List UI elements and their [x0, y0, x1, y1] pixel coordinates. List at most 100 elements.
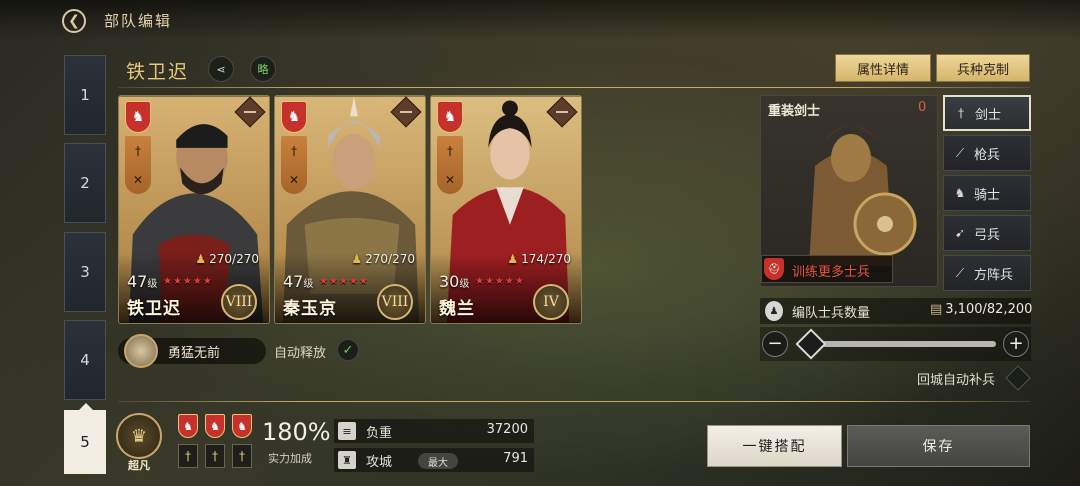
skill-portrait-icon[interactable]: [124, 334, 158, 368]
hero-card-1[interactable]: ♞ † ✕ ♟ 270/270 47级 ★★★★★ 铁卫迟 VIII: [118, 95, 270, 324]
hero-stars: ★★★★★: [163, 276, 213, 287]
unit-label: 枪兵: [974, 147, 1001, 163]
hero-stars: ★★★★★: [319, 276, 369, 287]
hero-tier-badge: IV: [533, 284, 569, 320]
crossed-swords-icon: ✕: [288, 172, 300, 187]
faction-shield-icon: ♞: [125, 101, 151, 133]
decrease-button[interactable]: −: [762, 331, 788, 357]
barracks-icon: ▤: [930, 302, 943, 317]
attribute-details-button[interactable]: 属性详情: [835, 54, 931, 82]
spear-icon: ⟋: [955, 145, 965, 160]
auto-cast-checkbox[interactable]: ✓: [337, 339, 359, 361]
rank-strip: † ✕: [125, 136, 151, 194]
max-tag: 最大: [418, 453, 458, 469]
rank-label: 超凡: [128, 459, 150, 472]
level-unit: 级: [303, 279, 314, 290]
stat-label: 攻城: [366, 455, 393, 470]
pike-icon: ⟋: [955, 265, 965, 280]
troop-count: 270/270: [365, 252, 415, 266]
troop-icon: ♟: [195, 252, 207, 266]
siege-icon: ♜: [338, 451, 356, 469]
unit-label: 骑士: [974, 187, 1001, 203]
tab-squad-3[interactable]: 3: [64, 232, 106, 312]
auto-supply-label: 回城自动补兵: [917, 373, 996, 388]
faction-shield-icon: ♞: [232, 414, 252, 438]
hero-level: 47级: [283, 272, 313, 291]
crossed-swords-icon: ✕: [132, 172, 144, 187]
count-number: 3,100/82,200: [945, 302, 1033, 317]
troop-count: 174/270: [521, 252, 571, 266]
power-bonus-label: 实力加成: [268, 452, 312, 465]
strategy-button[interactable]: 略: [250, 56, 276, 82]
tab-squad-1[interactable]: 1: [64, 55, 106, 135]
auto-assign-button[interactable]: 一键搭配: [707, 425, 842, 467]
sword-icon: †: [135, 143, 141, 158]
squad-troop-count-label: 编队士兵数量: [792, 306, 871, 321]
sword-icon: †: [178, 444, 198, 468]
load-icon: ≡: [338, 422, 356, 440]
troop-type-name: 重装剑士: [768, 104, 821, 119]
troop-count: 270/270: [209, 252, 259, 266]
hero-troops: ♟ 270/270: [351, 252, 415, 266]
tab-squad-5[interactable]: 5: [64, 403, 106, 474]
stat-value: 791: [503, 451, 528, 466]
divider: [118, 401, 1030, 402]
unit-knight-button[interactable]: ♞ 骑士: [943, 175, 1031, 211]
helmet-icon: ⛑: [764, 258, 784, 280]
tab-squad-4[interactable]: 4: [64, 320, 106, 400]
stat-label: 负重: [366, 426, 393, 441]
troop-slider-track[interactable]: [800, 341, 996, 347]
squad-name: 铁卫迟: [126, 61, 190, 83]
hero-tier-badge: VIII: [221, 284, 257, 320]
level-number: 30: [439, 272, 460, 291]
hero-name: 秦玉京: [283, 299, 337, 319]
unit-label: 弓兵: [974, 227, 1001, 243]
hero-name: 铁卫迟: [127, 299, 181, 319]
share-icon[interactable]: ⋖: [208, 56, 234, 82]
unit-counter-button[interactable]: 兵种克制: [936, 54, 1030, 82]
save-button[interactable]: 保存: [847, 425, 1030, 467]
auto-cast-label: 自动释放: [274, 346, 327, 361]
unit-phalanx-button[interactable]: ⟋ 方阵兵: [943, 255, 1031, 291]
horse-icon: ♞: [954, 186, 966, 200]
faction-shield-icon: ♞: [437, 101, 463, 133]
hero-card-2[interactable]: ♞ † ✕ ♟ 270/270 47级 ★★★★★ 秦玉京 VIII: [274, 95, 426, 324]
power-bonus-value: 180%: [262, 418, 331, 446]
rank-emblem-icon: ♛: [116, 413, 162, 459]
unit-archer-button[interactable]: ➹ 弓兵: [943, 215, 1031, 251]
hero-card-3[interactable]: ♞ † ✕ ♟ 174/270 30级 ★★★★★ 魏兰 IV: [430, 95, 582, 324]
hero-level: 30级: [439, 272, 469, 291]
squad-troop-count-value: ▤ 3,100/82,200: [930, 302, 1032, 317]
increase-button[interactable]: +: [1003, 331, 1029, 357]
sword-icon: †: [958, 106, 964, 120]
unit-label: 剑士: [975, 107, 1002, 123]
hero-troops: ♟ 174/270: [507, 252, 571, 266]
tab-squad-2[interactable]: 2: [64, 143, 106, 223]
train-more-label[interactable]: 训练更多士兵: [792, 261, 870, 280]
rank-strip: † ✕: [437, 136, 463, 194]
bow-icon: ➹: [954, 226, 966, 240]
level-number: 47: [283, 272, 304, 291]
faction-shield-icon: ♞: [178, 414, 198, 438]
auto-supply-toggle[interactable]: [1005, 365, 1031, 391]
unit-label: 方阵兵: [974, 267, 1014, 283]
faction-shield-icon: ♞: [205, 414, 225, 438]
faction-shield-icon: ♞: [281, 101, 307, 133]
divider: [118, 87, 1030, 88]
stat-value: 37200: [486, 422, 528, 437]
sword-icon: †: [205, 444, 225, 468]
troop-icon: ♟: [507, 252, 519, 266]
sword-icon: †: [447, 143, 453, 158]
soldier-icon: ♟: [765, 301, 783, 321]
troop-icon: ♟: [351, 252, 363, 266]
back-arrow-icon[interactable]: ❮: [62, 9, 86, 33]
hero-tier-badge: VIII: [377, 284, 413, 320]
unit-spearman-button[interactable]: ⟋ 枪兵: [943, 135, 1031, 171]
unit-swordsman-button[interactable]: † 剑士: [943, 95, 1031, 131]
sword-icon: †: [232, 444, 252, 468]
page-title: 部队编辑: [104, 12, 173, 30]
rank-strip: † ✕: [281, 136, 307, 194]
troop-type-count: 0: [918, 100, 927, 115]
level-unit: 级: [459, 279, 470, 290]
level-number: 47: [127, 272, 148, 291]
